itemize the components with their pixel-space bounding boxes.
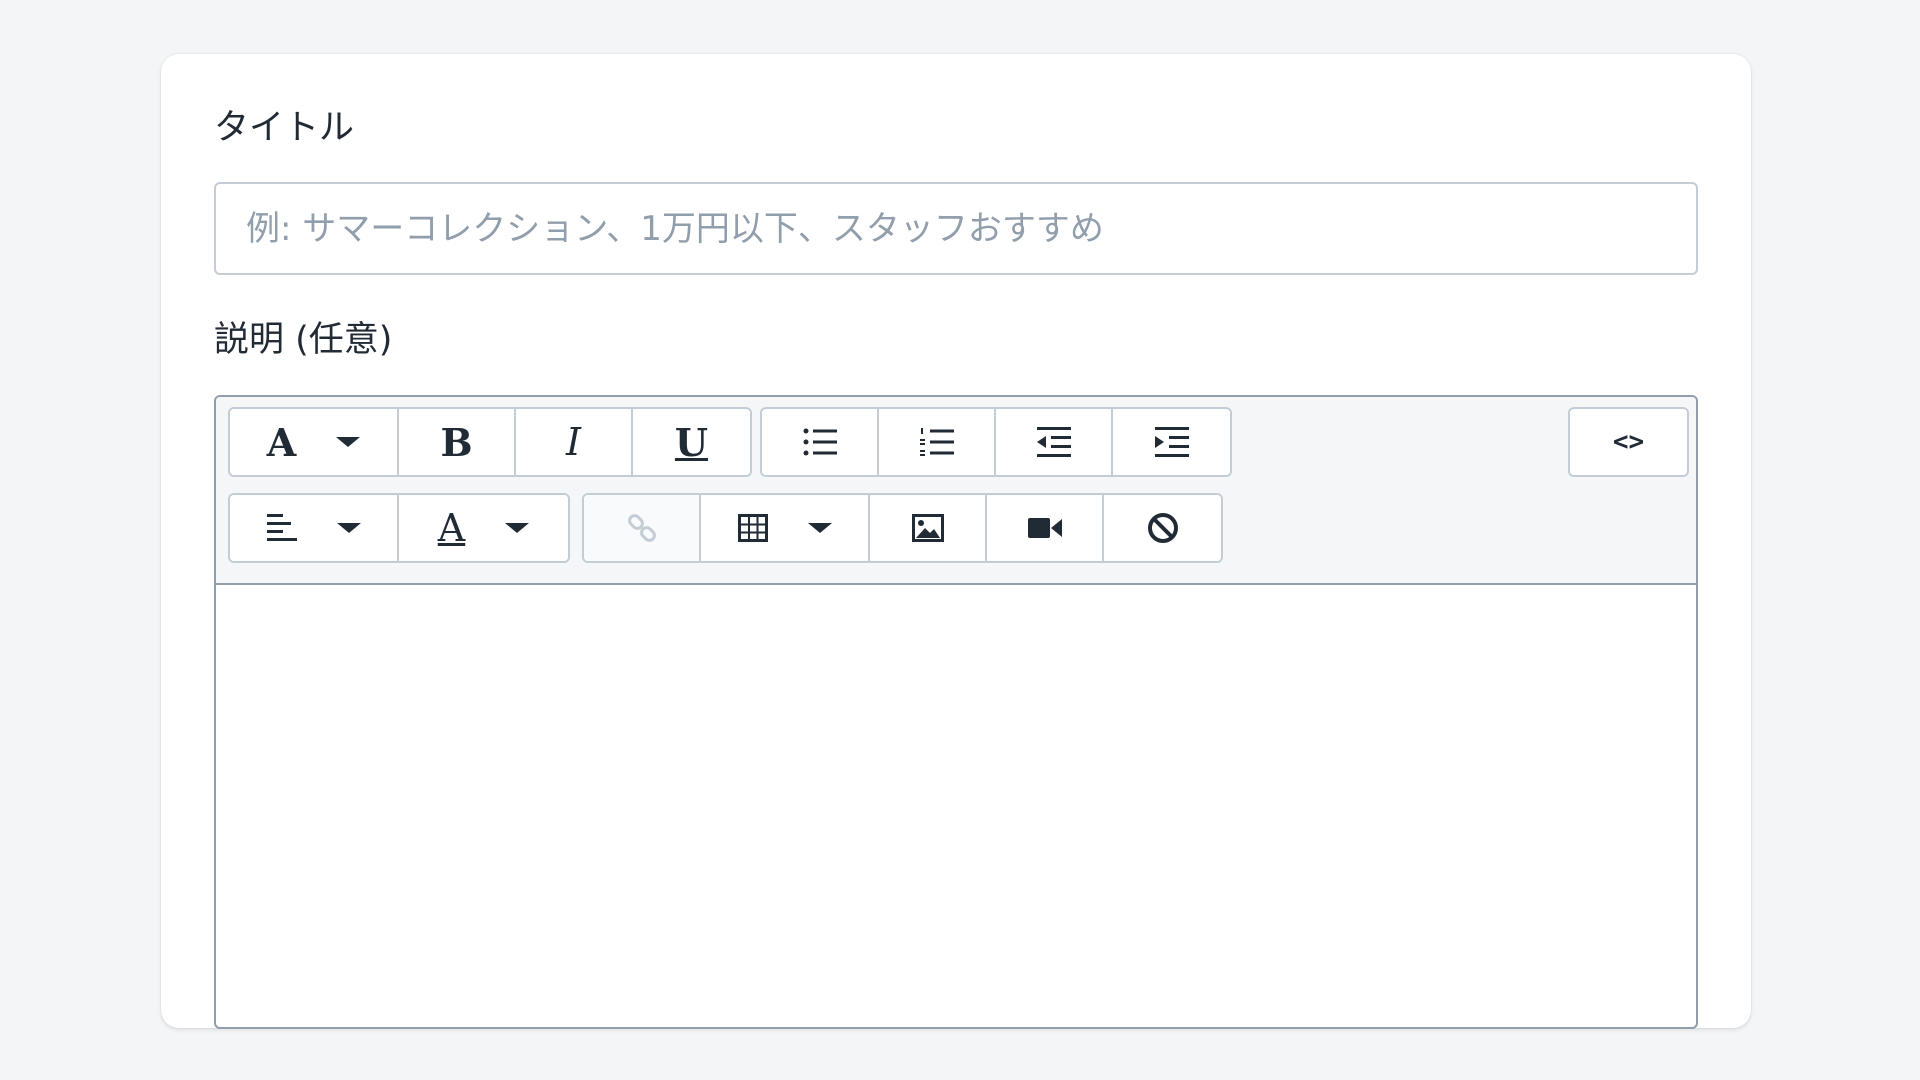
bulleted-list-button[interactable] xyxy=(762,409,879,475)
italic-button[interactable]: I xyxy=(516,409,633,475)
chevron-down-icon xyxy=(505,523,530,533)
table-dropdown[interactable] xyxy=(701,495,870,561)
outdent-button[interactable] xyxy=(996,409,1113,475)
bulleted-list-icon xyxy=(803,428,837,456)
numbered-list-button[interactable] xyxy=(879,409,996,475)
underline-icon: U xyxy=(674,419,709,465)
text-align-dropdown[interactable] xyxy=(230,495,399,561)
clear-formatting-icon xyxy=(1147,513,1178,543)
link-button[interactable] xyxy=(584,495,701,561)
insert-image-button[interactable] xyxy=(870,495,987,561)
indent-button[interactable] xyxy=(1113,409,1230,475)
chevron-down-icon xyxy=(807,523,832,533)
text-style-group: A B I U xyxy=(228,407,752,477)
font-style-label: A xyxy=(266,419,297,465)
list-indent-group xyxy=(760,407,1232,477)
rich-text-editor: A B I U <> A xyxy=(214,395,1698,1029)
insert-video-button[interactable] xyxy=(987,495,1104,561)
underline-button[interactable]: U xyxy=(633,409,750,475)
link-icon xyxy=(627,514,656,542)
text-color-dropdown[interactable]: A xyxy=(399,495,568,561)
chevron-down-icon xyxy=(336,437,361,447)
align-color-group: A xyxy=(228,493,570,563)
collection-form-card: タイトル 説明 (任意) A B I U xyxy=(161,54,1751,1029)
html-toggle-group: <> xyxy=(1568,407,1689,477)
editor-toolbar: A B I U <> A xyxy=(216,397,1696,585)
bold-button[interactable]: B xyxy=(399,409,516,475)
table-icon xyxy=(737,514,768,542)
insert-group xyxy=(582,493,1223,563)
html-toggle-button[interactable]: <> xyxy=(1570,409,1687,475)
editor-content-area[interactable] xyxy=(216,585,1696,1025)
chevron-down-icon xyxy=(336,523,361,533)
outdent-icon xyxy=(1036,427,1071,457)
indent-icon xyxy=(1154,427,1189,457)
video-camera-icon xyxy=(1027,518,1062,538)
text-color-icon: A xyxy=(437,506,466,550)
description-label: 説明 (任意) xyxy=(214,320,393,360)
image-icon xyxy=(911,514,944,542)
align-left-icon xyxy=(266,514,297,541)
title-input[interactable] xyxy=(214,182,1698,275)
title-label: タイトル xyxy=(214,108,355,148)
numbered-list-icon xyxy=(919,428,954,456)
font-style-dropdown[interactable]: A xyxy=(230,409,399,475)
clear-formatting-button[interactable] xyxy=(1104,495,1221,561)
bold-icon: B xyxy=(440,419,473,465)
italic-icon: I xyxy=(565,420,581,464)
